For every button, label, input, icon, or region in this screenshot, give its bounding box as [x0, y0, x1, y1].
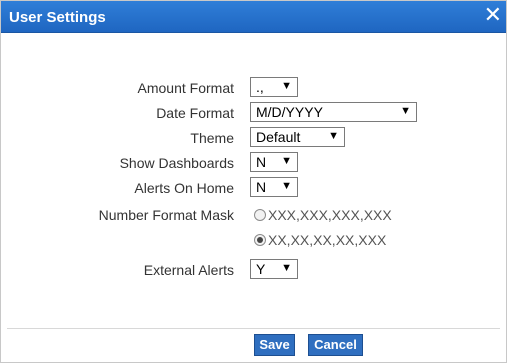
- date-format-label: Date Format: [156, 105, 234, 121]
- number-format-mask-label: Number Format Mask: [98, 207, 234, 223]
- external-alerts-label: External Alerts: [143, 262, 234, 278]
- date-format-value: M/D/YYYY: [256, 104, 323, 120]
- amount-format-select[interactable]: ., ▼: [250, 77, 298, 97]
- show-dashboards-value: N: [256, 154, 267, 170]
- theme-row: Theme Default ▼: [1, 127, 506, 149]
- user-settings-dialog: User Settings ✕ Amount Format ., ▼ Date …: [0, 0, 507, 363]
- show-dashboards-select[interactable]: N ▼: [250, 152, 298, 172]
- show-dashboards-label: Show Dashboards: [119, 155, 234, 171]
- number-format-option-2-label: XX,XX,XX,XX,XXX: [268, 232, 387, 248]
- footer-divider: [7, 328, 500, 329]
- alerts-on-home-value: N: [256, 179, 267, 195]
- number-format-option-1[interactable]: XXX,XXX,XXX,XXX: [254, 207, 392, 225]
- chevron-down-icon: ▼: [400, 105, 411, 117]
- alerts-on-home-select[interactable]: N ▼: [250, 177, 298, 197]
- chevron-down-icon: ▼: [281, 155, 292, 167]
- chevron-down-icon: ▼: [328, 130, 339, 142]
- radio-button-checked[interactable]: [254, 234, 266, 246]
- chevron-down-icon: ▼: [281, 180, 292, 192]
- dialog-titlebar: User Settings ✕: [1, 1, 506, 33]
- theme-label: Theme: [190, 130, 234, 146]
- amount-format-label: Amount Format: [137, 80, 234, 96]
- cancel-button[interactable]: Cancel: [308, 334, 363, 356]
- radio-button[interactable]: [254, 209, 266, 221]
- amount-format-row: Amount Format ., ▼: [1, 77, 506, 99]
- amount-format-value: .,: [256, 79, 264, 95]
- external-alerts-value: Y: [256, 261, 266, 277]
- date-format-select[interactable]: M/D/YYYY ▼: [250, 102, 417, 122]
- chevron-down-icon: ▼: [281, 262, 292, 274]
- dialog-title: User Settings: [9, 9, 106, 26]
- external-alerts-select[interactable]: Y ▼: [250, 259, 298, 279]
- number-format-option-2[interactable]: XX,XX,XX,XX,XXX: [254, 232, 386, 250]
- theme-value: Default: [256, 129, 301, 145]
- date-format-row: Date Format M/D/YYYY ▼: [1, 102, 506, 124]
- show-dashboards-row: Show Dashboards N ▼: [1, 152, 506, 174]
- number-format-option-1-label: XXX,XXX,XXX,XXX: [268, 207, 392, 223]
- alerts-on-home-row: Alerts On Home N ▼: [1, 177, 506, 199]
- alerts-on-home-label: Alerts On Home: [134, 180, 234, 196]
- save-button[interactable]: Save: [254, 334, 295, 356]
- close-icon[interactable]: ✕: [484, 2, 502, 28]
- theme-select[interactable]: Default ▼: [250, 127, 345, 147]
- external-alerts-row: External Alerts Y ▼: [1, 259, 506, 281]
- chevron-down-icon: ▼: [281, 80, 292, 92]
